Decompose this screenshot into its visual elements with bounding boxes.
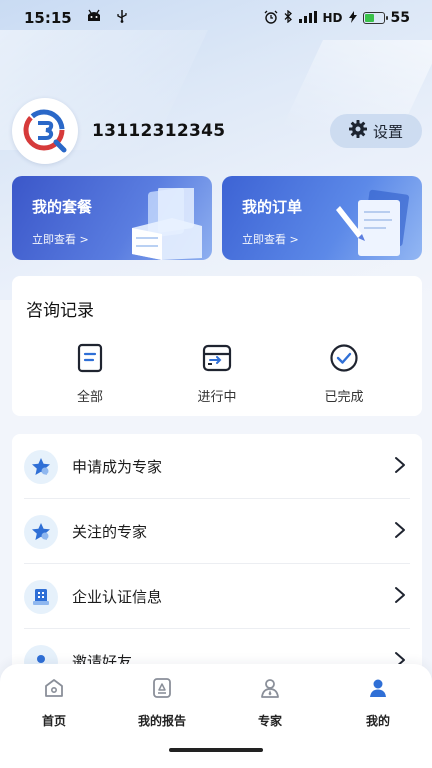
tab-label: 首页: [41, 714, 66, 728]
battery-fill: [364, 14, 375, 22]
report-icon: [108, 674, 216, 702]
consult-filter-label: 已完成: [324, 390, 364, 405]
menu-item-label: 申请成为专家: [72, 458, 163, 476]
bluetooth-icon: [284, 9, 293, 26]
menu-item-followed-experts[interactable]: 关注的专家: [12, 499, 422, 564]
chevron-right-icon: [394, 456, 406, 478]
chevron-right-icon: [394, 586, 406, 608]
company-logo-icon: [23, 109, 67, 153]
menu-item-apply-expert[interactable]: 申请成为专家: [12, 434, 422, 499]
status-time: 15:15: [24, 9, 72, 27]
home-indicator[interactable]: [169, 748, 263, 752]
bottom-tab-bar: 首页 我的报告 专家 我的: [0, 664, 432, 768]
menu-item-enterprise-cert[interactable]: 企业认证信息: [12, 564, 422, 629]
consult-filter-completed[interactable]: 已完成: [304, 342, 384, 405]
android-icon: [86, 9, 102, 27]
alarm-icon: [264, 10, 278, 27]
gear-icon: [348, 120, 367, 142]
chevron-right-icon: [394, 521, 406, 543]
user-phone: 13112312345: [92, 121, 226, 141]
tab-home[interactable]: 首页: [0, 674, 108, 729]
person-icon: [324, 674, 432, 702]
document-icon: [50, 342, 130, 374]
star-badge-icon: [24, 514, 58, 549]
consult-filter-in-progress[interactable]: 进行中: [177, 342, 257, 405]
battery-percent: 55: [390, 10, 410, 26]
expert-icon: [216, 674, 324, 702]
tab-my-reports[interactable]: 我的报告: [108, 674, 216, 729]
profile-header: 13112312345 设置: [12, 98, 422, 164]
menu-list: 申请成为专家 关注的专家 企业认证信息 邀请好友: [12, 434, 422, 674]
consult-records-panel: 咨询记录 全部 进行中 已完成: [12, 276, 422, 416]
settings-label: 设置: [372, 122, 403, 141]
status-bar: 15:15 HD 55: [0, 0, 432, 36]
tab-label: 我的报告: [137, 714, 186, 728]
tab-label: 专家: [257, 714, 282, 728]
inbox-progress-icon: [177, 342, 257, 374]
my-order-card[interactable]: 我的订单 立即查看 >: [222, 176, 422, 260]
package-box-icon: [132, 188, 202, 260]
tab-label: 我的: [365, 714, 390, 728]
building-icon: [24, 579, 58, 614]
my-package-card[interactable]: 我的套餐 立即查看 >: [12, 176, 212, 260]
signal-icon: [298, 10, 317, 26]
consult-filter-label: 进行中: [197, 390, 237, 405]
usb-icon: [116, 9, 128, 27]
section-title: 咨询记录: [26, 301, 94, 321]
tab-experts[interactable]: 专家: [216, 674, 324, 729]
consult-filter-all[interactable]: 全部: [50, 342, 130, 405]
star-badge-icon: [24, 449, 58, 484]
network-type: HD: [322, 11, 343, 25]
settings-button[interactable]: 设置: [330, 114, 422, 148]
avatar[interactable]: [12, 98, 78, 164]
consult-filter-label: 全部: [76, 390, 103, 405]
menu-item-label: 关注的专家: [72, 523, 148, 541]
charging-icon: [348, 10, 357, 26]
tab-mine[interactable]: 我的: [324, 674, 432, 729]
battery-icon: [362, 12, 388, 24]
order-document-icon: [336, 189, 410, 256]
menu-item-label: 企业认证信息: [72, 588, 163, 606]
home-icon: [0, 674, 108, 702]
check-circle-icon: [304, 342, 384, 374]
